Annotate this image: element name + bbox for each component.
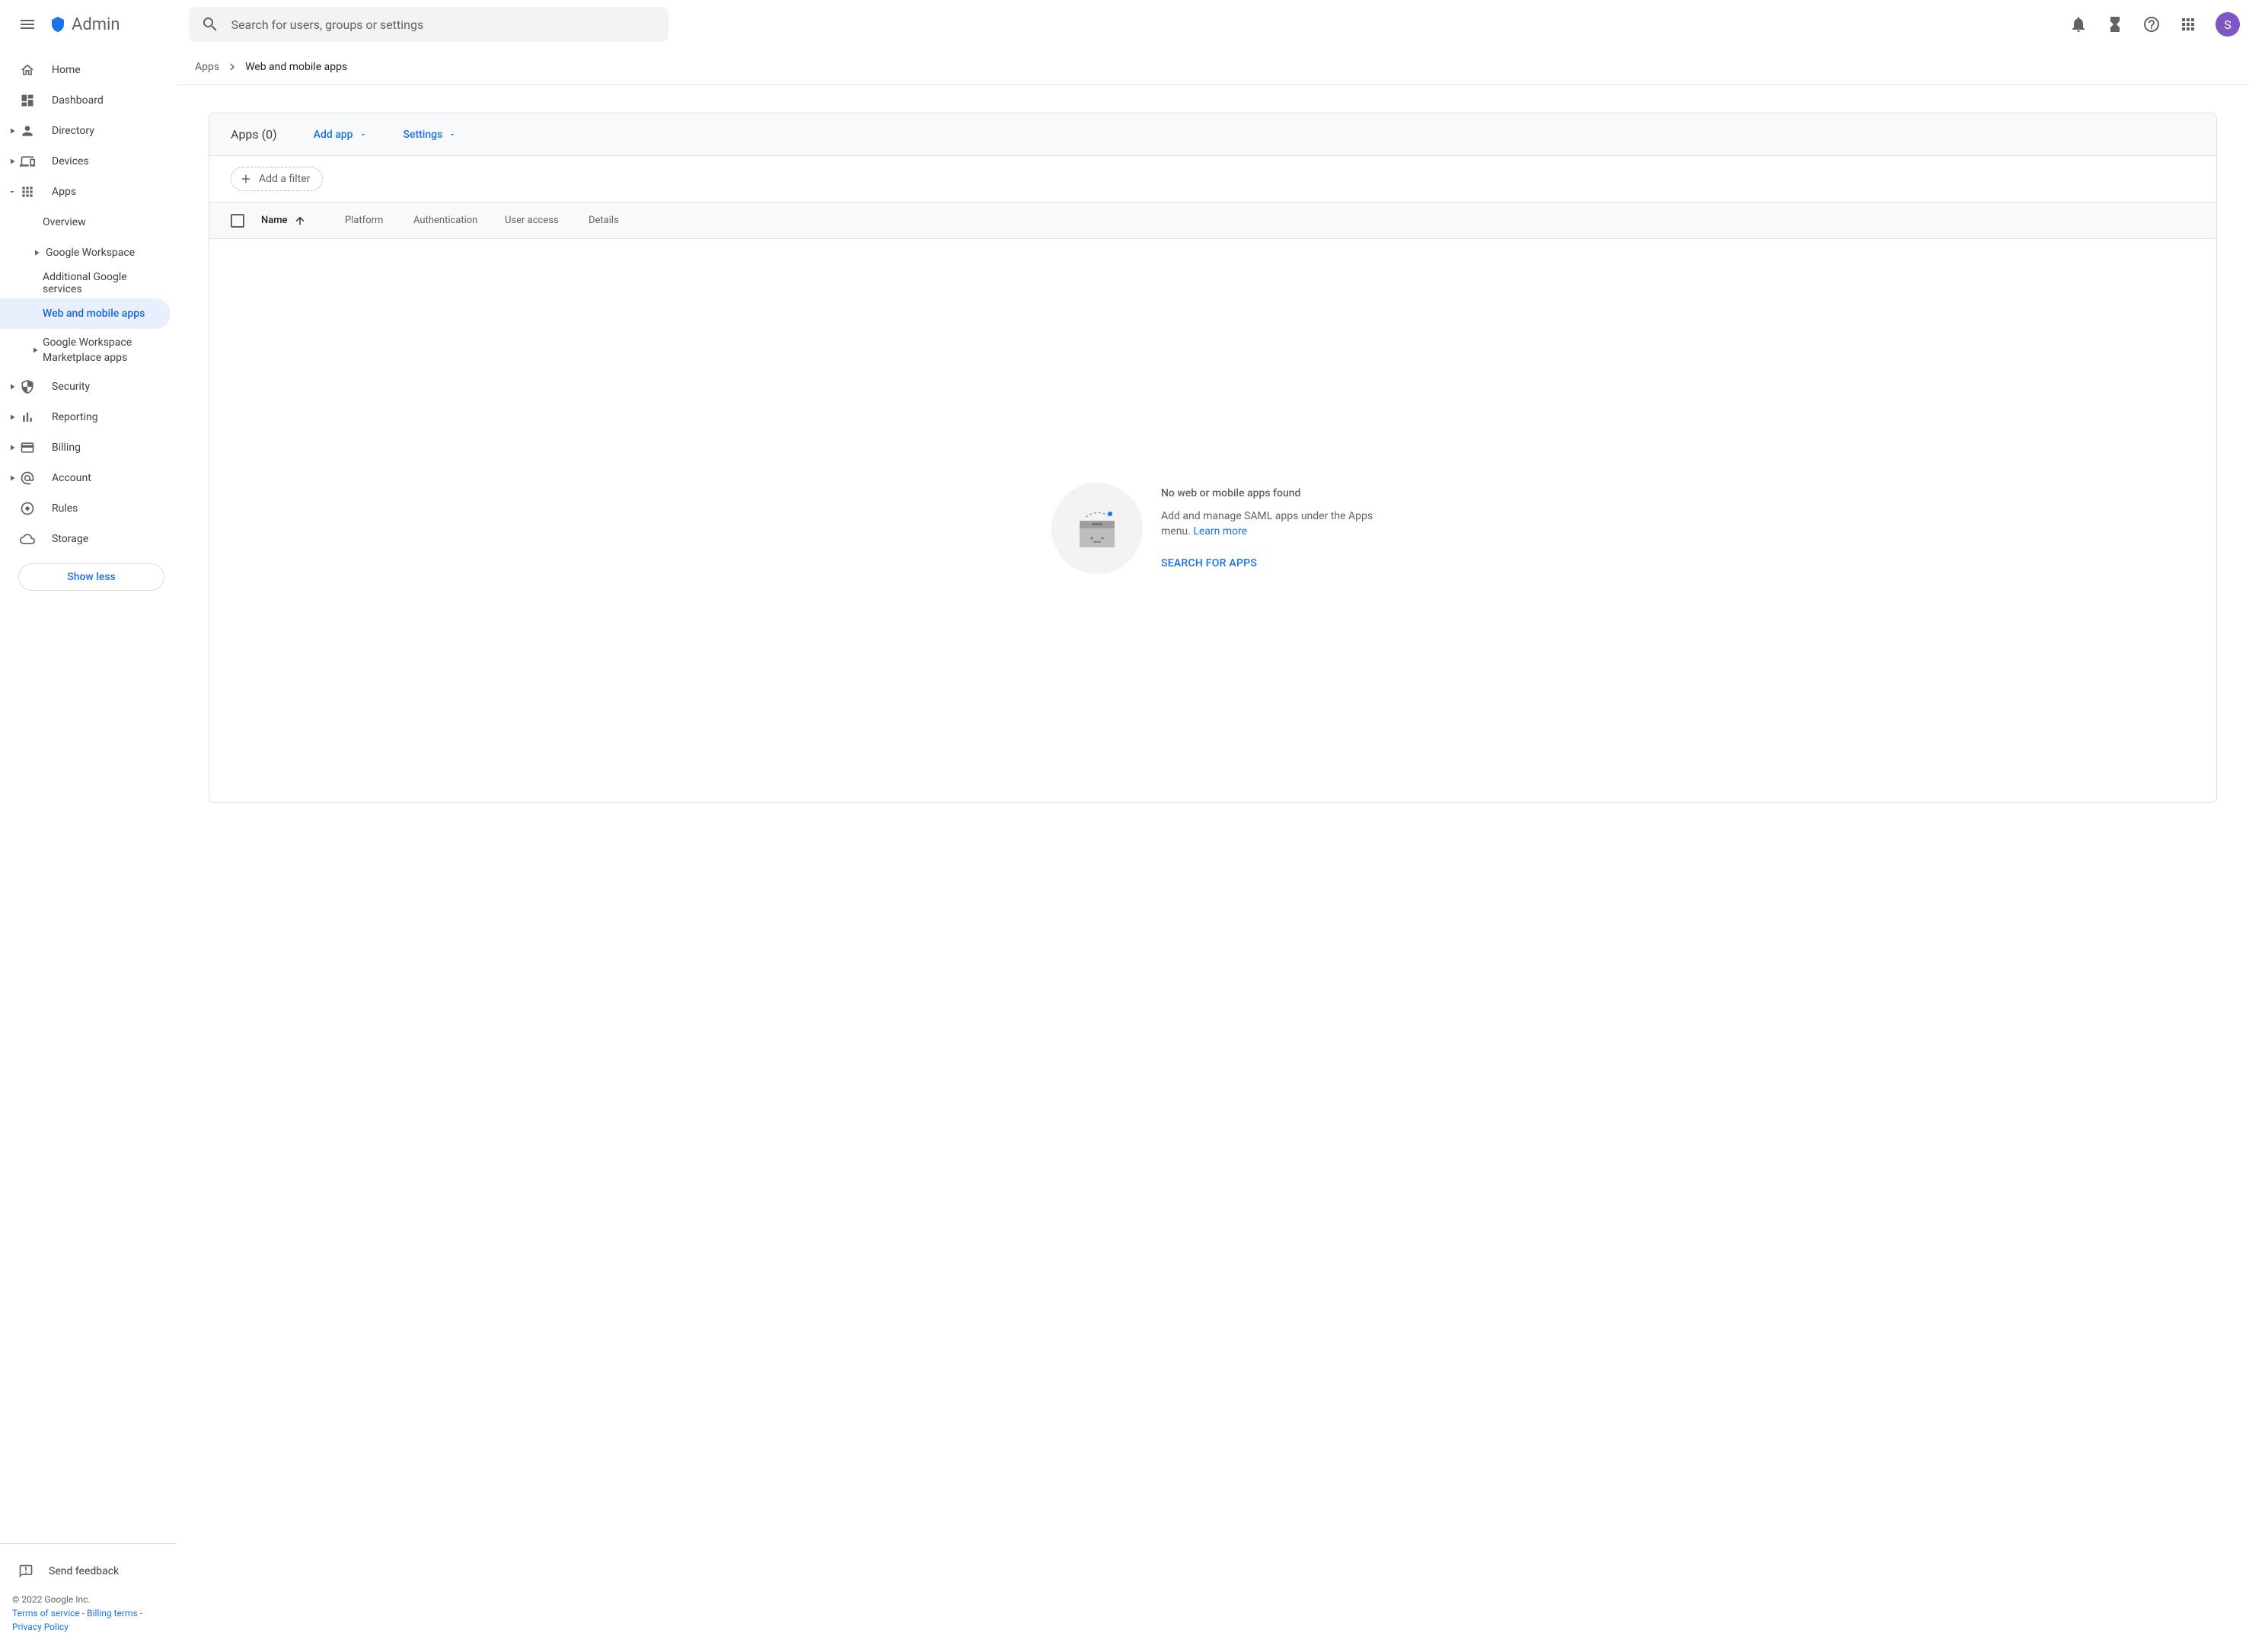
learn-more-link[interactable]: Learn more: [1193, 525, 1247, 537]
column-name[interactable]: Name: [261, 215, 345, 227]
select-all-checkbox[interactable]: [231, 214, 244, 228]
nav-item-security[interactable]: Security: [0, 372, 177, 402]
caret-down-icon: [448, 131, 456, 139]
admin-logo-icon: [49, 15, 67, 33]
filter-row: Add a filter: [209, 156, 2216, 203]
nav-item-apps-workspace[interactable]: Google Workspace: [0, 238, 177, 268]
nav-item-directory[interactable]: Directory: [0, 116, 177, 146]
tasks-button[interactable]: [2100, 9, 2130, 40]
panel-header: Apps (0) Add app Settings: [209, 113, 2216, 156]
shield-icon: [18, 378, 37, 396]
chevron-right-icon: [30, 346, 40, 355]
empty-state: No web or mobile apps found Add and mana…: [209, 239, 2216, 802]
credit-card-icon: [18, 439, 37, 457]
bar-chart-icon: [18, 408, 37, 426]
devices-icon: [18, 152, 37, 171]
nav-item-apps-additional[interactable]: Additional Google services: [0, 268, 177, 298]
search-icon: [201, 15, 219, 33]
apps-panel: Apps (0) Add app Settings Add a filter: [209, 113, 2217, 803]
breadcrumb: Apps Web and mobile apps: [177, 49, 2249, 85]
avatar[interactable]: S: [2216, 12, 2240, 37]
show-less-button[interactable]: Show less: [18, 563, 164, 591]
chevron-right-icon: [8, 474, 17, 483]
column-platform[interactable]: Platform: [345, 215, 413, 226]
breadcrumb-parent[interactable]: Apps: [195, 61, 219, 73]
legal-text: © 2022 Google Inc. Terms of service - Bi…: [0, 1587, 177, 1640]
sidebar: Home Dashboard Directory Devices Apps: [0, 49, 177, 1652]
arrow-up-icon: [294, 215, 306, 227]
app-launcher-button[interactable]: [2173, 9, 2203, 40]
search-input[interactable]: [231, 18, 656, 32]
notifications-button[interactable]: [2063, 9, 2094, 40]
menu-button[interactable]: [9, 6, 46, 43]
chevron-right-icon: [8, 126, 17, 136]
nav-item-billing[interactable]: Billing: [0, 432, 177, 463]
person-icon: [18, 122, 37, 140]
terms-link[interactable]: Terms of service: [12, 1608, 80, 1619]
chevron-down-icon: [8, 187, 17, 196]
nav-item-reporting[interactable]: Reporting: [0, 402, 177, 432]
cloud-icon: [18, 530, 37, 548]
main: Apps Web and mobile apps Apps (0) Add ap…: [177, 49, 2249, 1652]
chevron-right-icon: [32, 248, 41, 257]
nav-item-storage[interactable]: Storage: [0, 524, 177, 554]
header: Admin S: [0, 0, 2249, 49]
feedback-icon: [18, 1564, 33, 1579]
logo-text: Admin: [72, 15, 120, 34]
nav-item-apps-marketplace[interactable]: Google Workspace Marketplace apps: [0, 329, 177, 372]
empty-illustration: [1051, 483, 1143, 574]
header-actions: S: [2063, 9, 2240, 40]
panel-title: Apps (0): [231, 127, 277, 142]
home-icon: [18, 61, 37, 79]
nav: Home Dashboard Directory Devices Apps: [0, 49, 177, 1543]
column-authentication[interactable]: Authentication: [413, 215, 505, 226]
column-details[interactable]: Details: [589, 215, 649, 226]
apps-grid-icon: [2179, 15, 2197, 33]
privacy-link[interactable]: Privacy Policy: [12, 1622, 69, 1632]
send-feedback-button[interactable]: Send feedback: [0, 1556, 177, 1587]
plus-icon: [239, 172, 253, 186]
sidebar-footer: Send feedback © 2022 Google Inc. Terms o…: [0, 1543, 177, 1652]
apps-icon: [18, 183, 37, 201]
target-icon: [18, 499, 37, 518]
add-filter-button[interactable]: Add a filter: [231, 167, 323, 191]
nav-item-apps-web-mobile[interactable]: Web and mobile apps: [0, 298, 171, 329]
caret-down-icon: [359, 131, 367, 139]
chevron-right-icon: [8, 413, 17, 422]
nav-item-dashboard[interactable]: Dashboard: [0, 85, 177, 116]
nav-item-apps[interactable]: Apps: [0, 177, 177, 207]
breadcrumb-current: Web and mobile apps: [245, 61, 347, 73]
billing-terms-link[interactable]: Billing terms: [87, 1608, 138, 1619]
help-icon: [2142, 15, 2161, 33]
settings-button[interactable]: Settings: [404, 129, 457, 141]
search-for-apps-button[interactable]: SEARCH FOR APPS: [1161, 557, 1374, 569]
chevron-right-icon: [8, 157, 17, 166]
nav-item-rules[interactable]: Rules: [0, 493, 177, 524]
search-bar[interactable]: [189, 7, 668, 42]
chevron-right-icon: [8, 443, 17, 452]
logo[interactable]: Admin: [49, 15, 120, 34]
nav-item-devices[interactable]: Devices: [0, 146, 177, 177]
hourglass-icon: [2106, 15, 2124, 33]
nav-item-account[interactable]: Account: [0, 463, 177, 493]
nav-item-home[interactable]: Home: [0, 55, 177, 85]
bell-icon: [2069, 15, 2088, 33]
nav-item-apps-overview[interactable]: Overview: [0, 207, 177, 238]
add-app-button[interactable]: Add app: [314, 129, 367, 141]
column-user-access[interactable]: User access: [505, 215, 589, 226]
empty-title: No web or mobile apps found: [1161, 487, 1374, 499]
empty-description: Add and manage SAML apps under the Apps …: [1161, 509, 1374, 539]
help-button[interactable]: [2136, 9, 2167, 40]
at-sign-icon: [18, 469, 37, 487]
table-header: Name Platform Authentication User access…: [209, 203, 2216, 239]
chevron-right-icon: [225, 60, 239, 74]
chevron-right-icon: [8, 382, 17, 391]
dashboard-icon: [18, 91, 37, 110]
menu-icon: [18, 15, 37, 33]
